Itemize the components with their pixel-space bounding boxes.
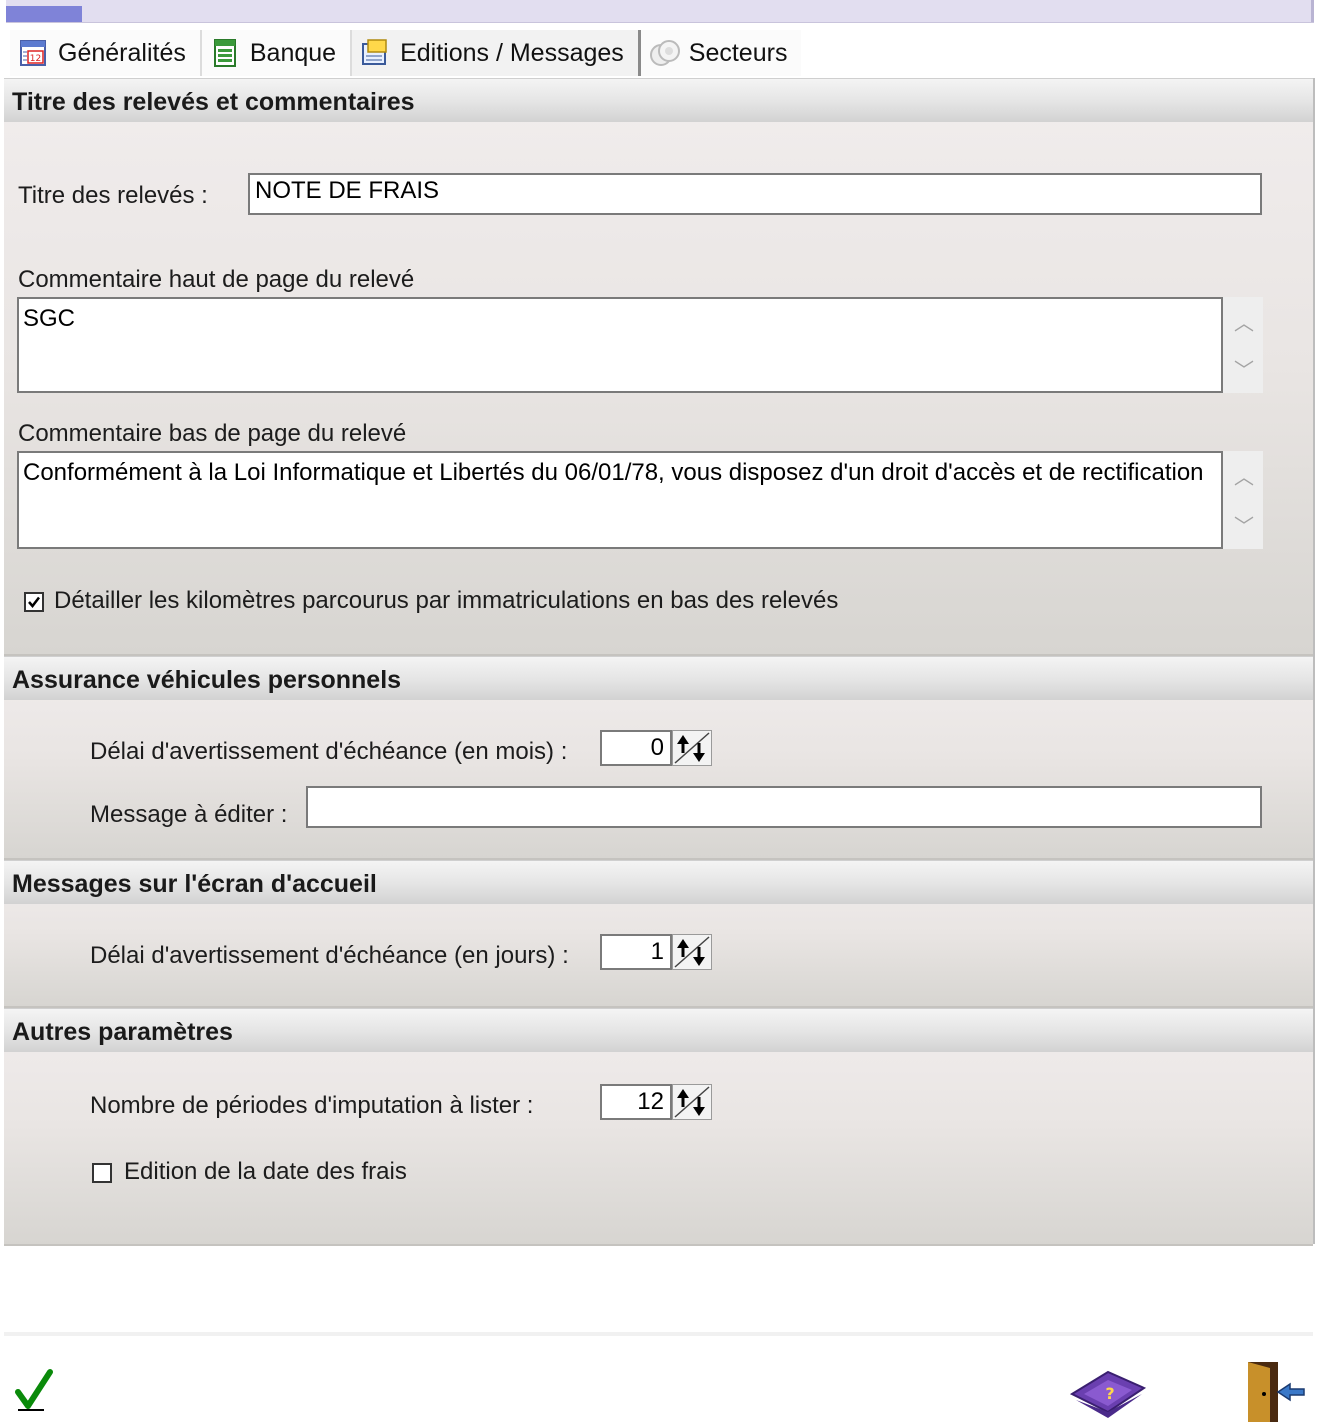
message-editer-input[interactable] xyxy=(306,786,1262,828)
titre-releves-input[interactable]: NOTE DE FRAIS xyxy=(248,173,1262,215)
detail-km-label: Détailler les kilomètres parcourus par i… xyxy=(54,587,839,614)
spin-arrows-icon[interactable] xyxy=(672,730,712,766)
calendar-icon: 12 xyxy=(18,38,48,68)
message-icon xyxy=(360,38,390,68)
spin-arrows-icon[interactable] xyxy=(672,1084,712,1120)
titre-releves-label: Titre des relevés : xyxy=(18,182,208,209)
scroll-down-icon[interactable]: ﹀ xyxy=(1234,354,1254,383)
tab-strip: 12 Généralités Banque Editions / Message… xyxy=(10,30,840,76)
delai-mois-spinner[interactable]: 0 xyxy=(600,730,714,766)
tab-banque[interactable]: Banque xyxy=(201,30,353,76)
section-titre-releves: Titre des relevés et commentaires Titre … xyxy=(4,78,1313,656)
tab-generalites[interactable]: 12 Généralités xyxy=(10,30,202,76)
section-autres-parametres: Autres paramètres Nombre de périodes d'i… xyxy=(4,1008,1313,1246)
section-header: Titre des relevés et commentaires xyxy=(4,78,1313,122)
exit-door-icon xyxy=(1248,1362,1305,1422)
tab-editions-messages[interactable]: Editions / Messages xyxy=(352,30,641,76)
detail-km-checkbox[interactable] xyxy=(24,592,44,612)
checkmark-icon xyxy=(28,596,40,608)
section-header: Messages sur l'écran d'accueil xyxy=(4,860,1313,904)
spin-arrows-icon[interactable] xyxy=(672,934,712,970)
periodes-value[interactable]: 12 xyxy=(600,1084,672,1120)
title-bar-edge xyxy=(1311,0,1314,22)
validate-button[interactable] xyxy=(14,1368,54,1417)
edition-date-label: Edition de la date des frais xyxy=(124,1158,407,1185)
svg-text:?: ? xyxy=(1105,1384,1114,1403)
scroll-up-icon[interactable]: ︿ xyxy=(1234,461,1254,490)
sectors-icon xyxy=(649,38,680,68)
ledger-icon xyxy=(210,38,240,68)
commentaire-bas-scrollbar[interactable]: ︿ ﹀ xyxy=(1223,451,1263,549)
footer-divider xyxy=(4,1332,1313,1336)
section-assurance-vehicules: Assurance véhicules personnels Délai d'a… xyxy=(4,656,1313,860)
top-title-bar xyxy=(6,0,1314,23)
tab-label: Généralités xyxy=(58,38,186,67)
tab-label: Editions / Messages xyxy=(400,38,624,67)
delai-mois-label: Délai d'avertissement d'échéance (en moi… xyxy=(90,738,568,765)
commentaire-haut-label: Commentaire haut de page du relevé xyxy=(18,266,415,293)
exit-button[interactable] xyxy=(1244,1360,1308,1425)
tab-secteurs[interactable]: Secteurs xyxy=(640,30,802,76)
tab-content-panel: Titre des relevés et commentaires Titre … xyxy=(4,78,1315,1246)
help-button[interactable]: ? xyxy=(1068,1366,1148,1425)
periodes-label: Nombre de périodes d'imputation à lister… xyxy=(90,1092,534,1119)
commentaire-haut-scrollbar[interactable]: ︿ ﹀ xyxy=(1223,297,1263,393)
commentaire-haut-textarea[interactable]: SGC ︿ ﹀ xyxy=(17,297,1263,393)
help-book-icon: ? xyxy=(1069,1370,1147,1418)
scroll-up-icon[interactable]: ︿ xyxy=(1234,307,1254,336)
title-bar-accent xyxy=(6,6,82,22)
commentaire-bas-textarea[interactable]: Conformément à la Loi Informatique et Li… xyxy=(17,451,1263,549)
delai-jours-spinner[interactable]: 1 xyxy=(600,934,714,970)
commentaire-bas-text: Conformément à la Loi Informatique et Li… xyxy=(23,459,1204,486)
section-header: Assurance véhicules personnels xyxy=(4,656,1313,700)
delai-jours-value[interactable]: 1 xyxy=(600,934,672,970)
tab-label: Secteurs xyxy=(688,38,788,67)
scroll-down-icon[interactable]: ﹀ xyxy=(1234,510,1254,539)
delai-jours-label: Délai d'avertissement d'échéance (en jou… xyxy=(90,942,569,969)
tab-label: Banque xyxy=(249,38,337,67)
section-header: Autres paramètres xyxy=(4,1008,1313,1052)
periodes-spinner[interactable]: 12 xyxy=(600,1084,714,1120)
checkmark-icon xyxy=(15,1369,53,1411)
svg-text:12: 12 xyxy=(30,54,41,64)
edition-date-checkbox[interactable] xyxy=(92,1163,112,1183)
delai-mois-value[interactable]: 0 xyxy=(600,730,672,766)
message-editer-label: Message à éditer : xyxy=(90,801,288,828)
section-messages-accueil: Messages sur l'écran d'accueil Délai d'a… xyxy=(4,860,1313,1008)
commentaire-bas-label: Commentaire bas de page du relevé xyxy=(18,420,407,447)
commentaire-haut-text: SGC xyxy=(23,305,76,332)
